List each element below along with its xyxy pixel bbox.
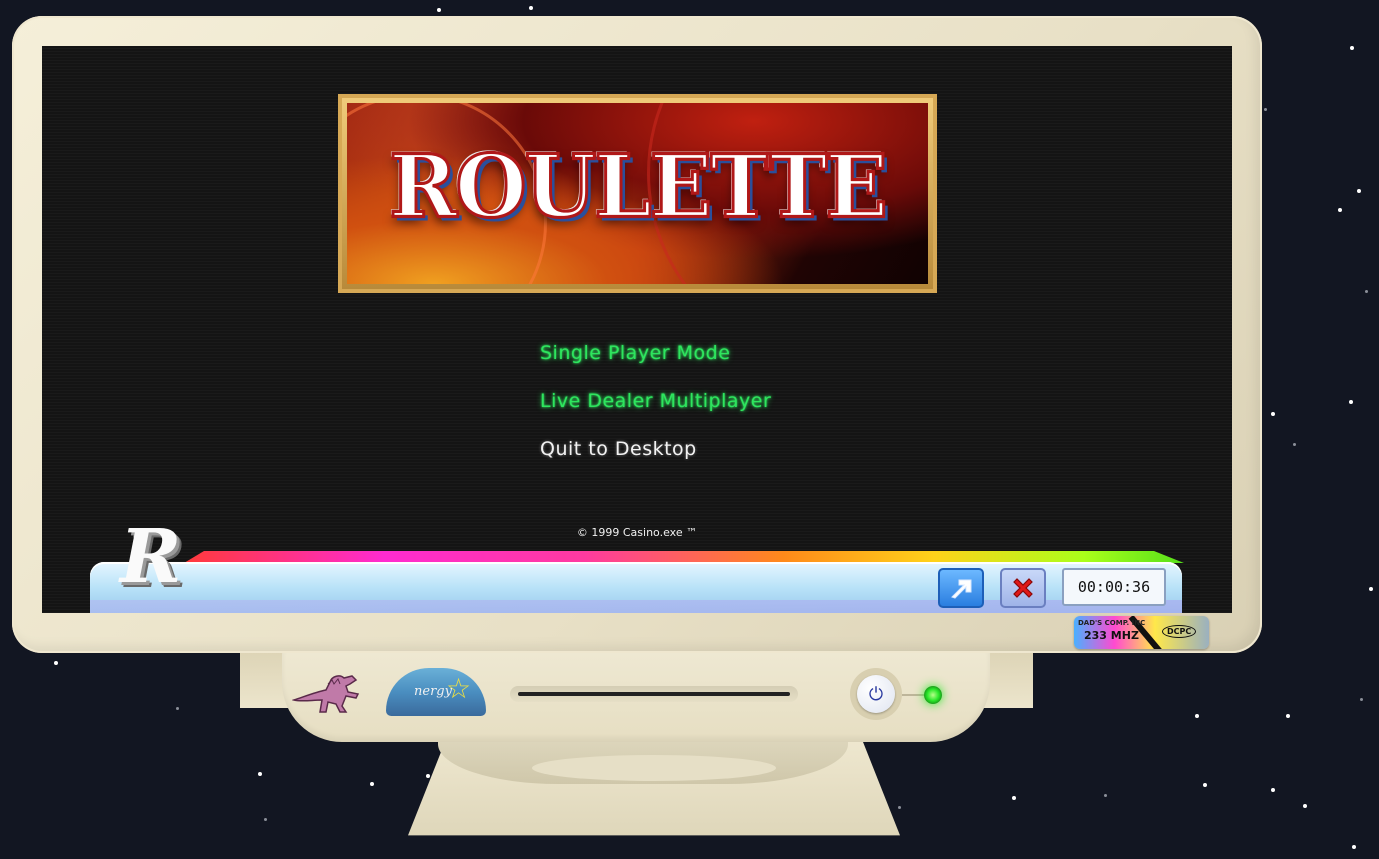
monitor-base-front: ☆ nergy ⏻ [282, 652, 990, 742]
power-icon: ⏻ [868, 683, 884, 705]
close-x-icon [1013, 578, 1033, 598]
badge-speed: 233 MHZ [1084, 629, 1139, 642]
copyright-text: © 1999 Casino.exe ™ [576, 526, 698, 539]
power-button-ring: ⏻ [850, 668, 902, 720]
power-button[interactable]: ⏻ [857, 675, 895, 713]
star [1271, 788, 1275, 792]
star [1286, 714, 1290, 718]
crt-monitor: ROULETTE Single Player Mode Live Dealer … [12, 16, 1262, 653]
main-menu: Single Player Mode Live Dealer Multiplay… [540, 342, 771, 486]
star [258, 772, 262, 776]
roulette-title: ROULETTE [388, 135, 890, 239]
star [1203, 783, 1207, 787]
dads-comp-badge: DAD'S COMP. INC 233 MHZ DCPC [1074, 616, 1209, 649]
star [1369, 587, 1373, 591]
star [370, 782, 374, 786]
star [1338, 208, 1342, 212]
star [1303, 804, 1307, 808]
star [1264, 108, 1267, 111]
star [1349, 400, 1353, 404]
r-logo-icon[interactable]: R [120, 520, 192, 594]
floppy-disk-slot [510, 686, 798, 702]
star [54, 661, 58, 665]
badge-model: DCPC [1162, 625, 1197, 638]
dinosaur-sticker-icon [292, 675, 360, 713]
open-window-button[interactable] [938, 568, 984, 608]
roulette-banner: ROULETTE [338, 94, 937, 293]
badge-brand: DAD'S COMP. INC [1078, 619, 1146, 627]
star [1293, 443, 1296, 446]
star [1360, 698, 1363, 701]
star [1365, 290, 1368, 293]
energy-sticker-text: nergy [414, 684, 452, 699]
star [426, 774, 430, 778]
star [176, 707, 179, 710]
star [437, 8, 441, 12]
menu-item-live-dealer-multiplayer[interactable]: Live Dealer Multiplayer [540, 390, 771, 412]
roulette-banner-art: ROULETTE [347, 103, 928, 284]
monitor-neck-inner [532, 755, 776, 781]
star [1271, 412, 1275, 416]
star [1012, 796, 1016, 800]
star [1357, 189, 1361, 193]
star [264, 818, 267, 821]
star [1195, 714, 1199, 718]
star [1350, 46, 1354, 50]
menu-item-single-player[interactable]: Single Player Mode [540, 342, 771, 364]
star [1352, 845, 1356, 849]
arrow-up-right-icon [951, 579, 972, 599]
star [1104, 794, 1107, 797]
power-led-icon [924, 686, 942, 704]
star [529, 6, 533, 10]
close-window-button[interactable] [1000, 568, 1046, 608]
taskbar-clock: 00:00:36 [1062, 568, 1166, 606]
menu-item-quit-to-desktop[interactable]: Quit to Desktop [540, 438, 771, 460]
star [898, 806, 901, 809]
energy-star-sticker: ☆ nergy [386, 668, 486, 716]
game-screen: ROULETTE Single Player Mode Live Dealer … [42, 46, 1232, 613]
power-connector [902, 694, 924, 696]
